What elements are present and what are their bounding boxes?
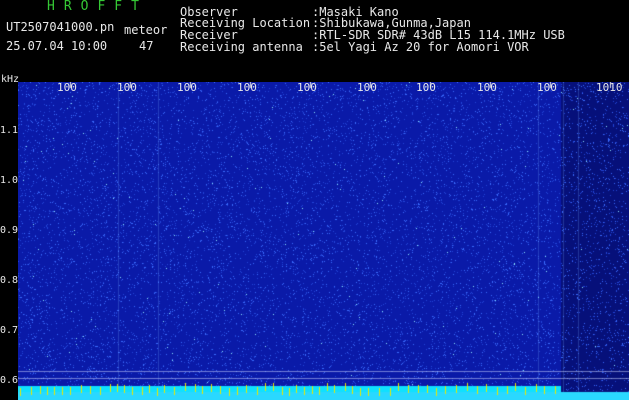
hrofft-window: HROFFT UT2507041000.pn meteor 25.07.04 1… [0,0,629,400]
y-tick-label: 0.9 [0,225,19,236]
x-tick-label: 100 [57,81,77,94]
x-tick-label: 100 [357,81,377,94]
app-title: HROFFT [47,0,148,14]
meteor-label: meteor [124,23,168,37]
x-tick-label: 100 [416,81,436,94]
x-tick-label: 100 [297,81,317,94]
y-tick-label: 0.6 [0,375,19,386]
x-tick-label: 100 [537,81,557,94]
spectrogram [18,82,629,400]
y-tick-label: 1.0 [0,175,19,186]
antenna-value: :5el Yagi Az 20 for Aomori VOR [312,40,529,54]
x-tick-label: 100 [177,81,197,94]
y-tick-label: 0.8 [0,275,19,286]
x-tick-label: 1010 [596,81,623,94]
x-tick-label: 100 [477,81,497,94]
frequency-unit-label: kHz [1,74,20,85]
file-name: UT2507041000.pn [6,20,115,34]
meteor-count: 47 [139,39,154,53]
y-tick-label: 0.7 [0,325,19,336]
x-tick-label: 100 [117,81,137,94]
x-tick-label: 100 [237,81,257,94]
y-tick-label: 1.1 [0,125,19,136]
date-time: 25.07.04 10:00 [6,39,108,53]
antenna-key: Receiving antenna [180,40,303,54]
